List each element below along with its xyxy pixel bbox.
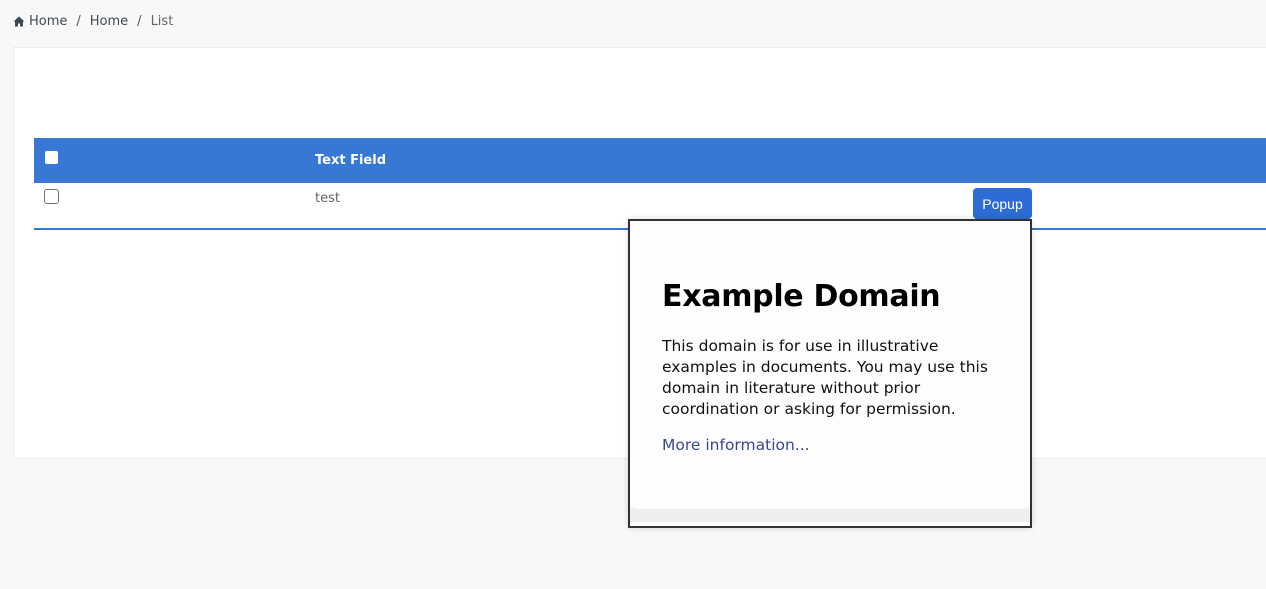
breadcrumb-separator: / [137, 14, 142, 29]
popup-scrollbar[interactable] [630, 509, 1030, 522]
row-checkbox[interactable] [44, 189, 59, 204]
popup-window: Example Domain This domain is for use in… [628, 219, 1032, 528]
breadcrumb-separator: / [76, 14, 81, 29]
more-information-link[interactable]: More information... [662, 436, 810, 454]
cell-text-field: test [315, 191, 340, 206]
popup-button[interactable]: Popup [973, 188, 1032, 219]
data-table: Text Field test [34, 138, 1266, 230]
home-icon [13, 16, 25, 27]
popup-title: Example Domain [662, 279, 941, 314]
breadcrumb-current: List [150, 14, 174, 29]
table-header: Text Field [34, 138, 1266, 183]
breadcrumb-home-link-2[interactable]: Home [90, 14, 128, 29]
select-all-checkbox[interactable] [45, 151, 58, 164]
column-header-text-field[interactable]: Text Field [315, 153, 386, 168]
popup-body-text: This domain is for use in illustrative e… [662, 337, 988, 418]
breadcrumb: Home / Home / List [13, 13, 173, 30]
popup-content: Example Domain This domain is for use in… [630, 221, 1030, 509]
breadcrumb-home-link[interactable]: Home [29, 14, 67, 29]
